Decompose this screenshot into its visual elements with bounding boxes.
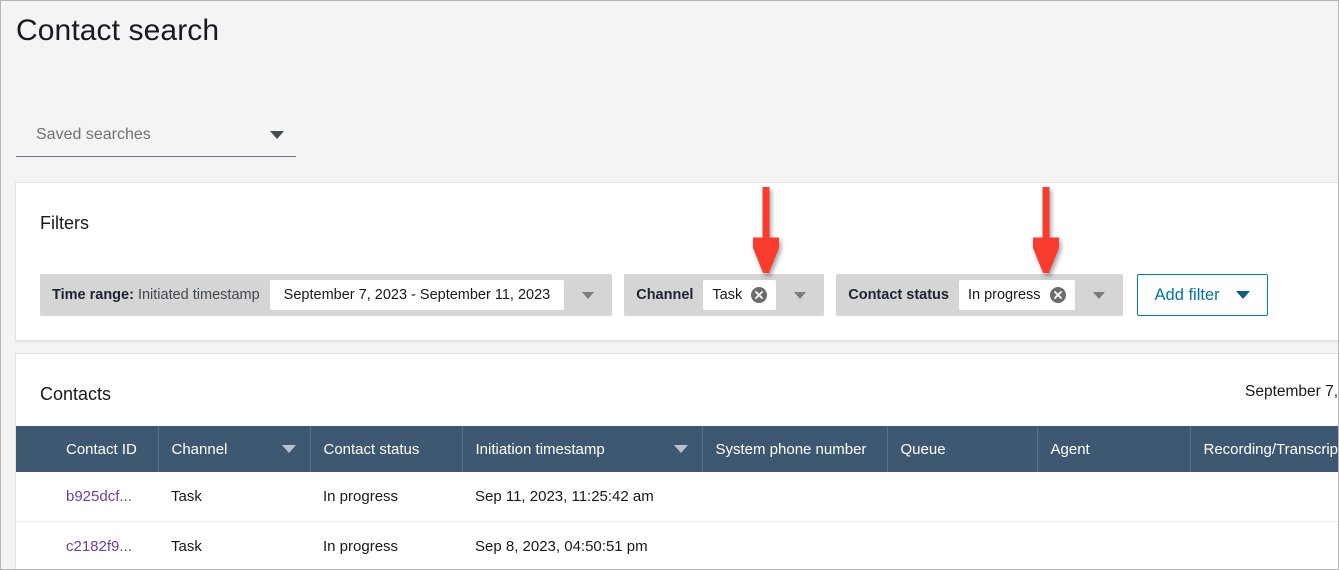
- close-circle-icon[interactable]: [1049, 287, 1066, 303]
- contacts-table-body: b925dcf... Task In progress Sep 11, 2023…: [16, 472, 1338, 569]
- cell-contact-status: In progress: [310, 521, 462, 569]
- cell-channel: Task: [158, 521, 310, 569]
- filter-channel-value: Task: [712, 287, 743, 303]
- cell-queue: [887, 521, 1037, 569]
- chevron-down-icon: [1235, 291, 1250, 299]
- sort-descending-icon[interactable]: [673, 445, 688, 453]
- cell-contact-status: In progress: [310, 472, 462, 522]
- cell-agent: [1037, 472, 1190, 522]
- col-queue-inner: Queue: [901, 441, 1037, 458]
- filter-channel-label: Channel: [624, 287, 703, 303]
- col-initiation-timestamp-label: Initiation timestamp: [475, 440, 605, 458]
- col-recording-transcript[interactable]: Recording/Transcrip: [1190, 426, 1339, 472]
- contacts-table-header: Contact ID Channel Contact status Initia…: [16, 426, 1339, 472]
- cell-queue: [887, 472, 1037, 522]
- chevron-down-icon: [270, 130, 284, 139]
- filter-channel-chip[interactable]: Task: [703, 280, 777, 310]
- col-contact-status[interactable]: Contact status: [310, 426, 463, 472]
- table-header-spacer: [16, 426, 53, 472]
- col-recording-transcript-label: Recording/Transcrip: [1203, 440, 1339, 458]
- filter-time-range-value: September 7, 2023 - September 11, 2023: [283, 287, 551, 303]
- filter-time-range-subkey: Initiated timestamp: [133, 287, 260, 303]
- row-spacer: [16, 472, 53, 522]
- filter-channel-key: Channel: [636, 287, 694, 303]
- cell-initiation-timestamp: Sep 11, 2023, 11:25:42 am: [462, 472, 702, 522]
- col-queue[interactable]: Queue: [887, 426, 1038, 472]
- col-contact-status-label: Contact status: [323, 440, 420, 458]
- saved-searches-label: Saved searches: [36, 125, 151, 143]
- col-channel[interactable]: Channel: [158, 426, 311, 472]
- add-filter-button[interactable]: Add filter: [1136, 274, 1268, 316]
- cell-initiation-timestamp: Sep 8, 2023, 04:50:51 pm: [462, 521, 702, 569]
- col-contact-id-label: Contact ID: [66, 440, 137, 458]
- table-row[interactable]: c2182f9... Task In progress Sep 8, 2023,…: [16, 521, 1338, 569]
- contact-search-screen: Contact search Saved searches Filters Ti…: [0, 0, 1339, 570]
- add-filter-label: Add filter: [1154, 285, 1220, 304]
- col-agent[interactable]: Agent: [1037, 426, 1191, 472]
- filter-contact-status-chip[interactable]: In progress: [958, 280, 1075, 310]
- col-agent-inner: Agent: [1051, 441, 1190, 458]
- cell-recording-transcript: [1190, 472, 1338, 522]
- col-agent-label: Agent: [1050, 440, 1090, 458]
- chevron-down-icon[interactable]: [1092, 291, 1105, 299]
- table-header-row: Contact ID Channel Contact status Initia…: [16, 426, 1339, 472]
- cell-agent: [1037, 521, 1190, 569]
- filter-contact-status-label: Contact status: [836, 287, 959, 303]
- col-contact-id[interactable]: Contact ID: [53, 426, 159, 472]
- contact-id-link[interactable]: b925dcf...: [66, 488, 132, 505]
- row-spacer: [16, 521, 53, 569]
- page-title: Contact search: [16, 14, 220, 47]
- chevron-down-icon[interactable]: [582, 291, 595, 299]
- col-system-phone-number[interactable]: System phone number: [702, 426, 888, 472]
- chevron-down-icon[interactable]: [794, 291, 807, 299]
- sort-descending-icon[interactable]: [281, 445, 296, 453]
- contacts-date-range: September 7, 2: [1245, 383, 1339, 400]
- filter-contact-status[interactable]: Contact status In progress: [836, 274, 1123, 316]
- col-contact-id-inner: Contact ID: [66, 440, 157, 458]
- col-contact-status-inner: Contact status: [324, 441, 462, 458]
- saved-searches-select[interactable]: Saved searches: [16, 113, 296, 157]
- col-system-phone-number-inner: System phone number: [716, 441, 887, 458]
- filter-time-range-value-box[interactable]: September 7, 2023 - September 11, 2023: [269, 280, 565, 310]
- close-circle-icon[interactable]: [751, 287, 768, 303]
- col-channel-label: Channel: [171, 440, 228, 458]
- contacts-table: Contact ID Channel Contact status Initia…: [16, 426, 1339, 569]
- filter-time-range-key: Time range:: [52, 287, 134, 303]
- cell-system-phone-number: [702, 472, 887, 522]
- filter-time-range[interactable]: Time range: Initiated timestamp Septembe…: [40, 274, 613, 316]
- col-initiation-timestamp-inner: Initiation timestamp: [476, 441, 702, 458]
- cell-contact-id: b925dcf...: [53, 472, 158, 522]
- col-channel-inner: Channel: [172, 441, 310, 458]
- col-initiation-timestamp[interactable]: Initiation timestamp: [462, 426, 703, 472]
- filters-panel: Filters Time range: Initiated timestamp …: [15, 182, 1338, 341]
- cell-contact-id: c2182f9...: [53, 521, 158, 569]
- filter-channel[interactable]: Channel Task: [624, 274, 825, 316]
- table-row[interactable]: b925dcf... Task In progress Sep 11, 2023…: [16, 472, 1338, 522]
- col-queue-label: Queue: [900, 440, 946, 458]
- filter-time-range-label: Time range: Initiated timestamp: [40, 287, 270, 303]
- cell-system-phone-number: [702, 521, 887, 569]
- contact-id-link[interactable]: c2182f9...: [66, 538, 132, 555]
- cell-recording-transcript: [1190, 521, 1338, 569]
- contacts-panel: Contacts September 7, 2 Contac: [15, 353, 1339, 569]
- contacts-heading: Contacts: [40, 384, 112, 404]
- filter-row: Time range: Initiated timestamp Septembe…: [40, 274, 1268, 316]
- col-system-phone-number-label: System phone number: [715, 440, 867, 458]
- col-recording-transcript-inner: Recording/Transcrip: [1204, 441, 1339, 458]
- filter-contact-status-value: In progress: [967, 287, 1041, 303]
- cell-channel: Task: [158, 472, 310, 522]
- filters-heading: Filters: [40, 213, 89, 233]
- filter-contact-status-key: Contact status: [848, 287, 949, 303]
